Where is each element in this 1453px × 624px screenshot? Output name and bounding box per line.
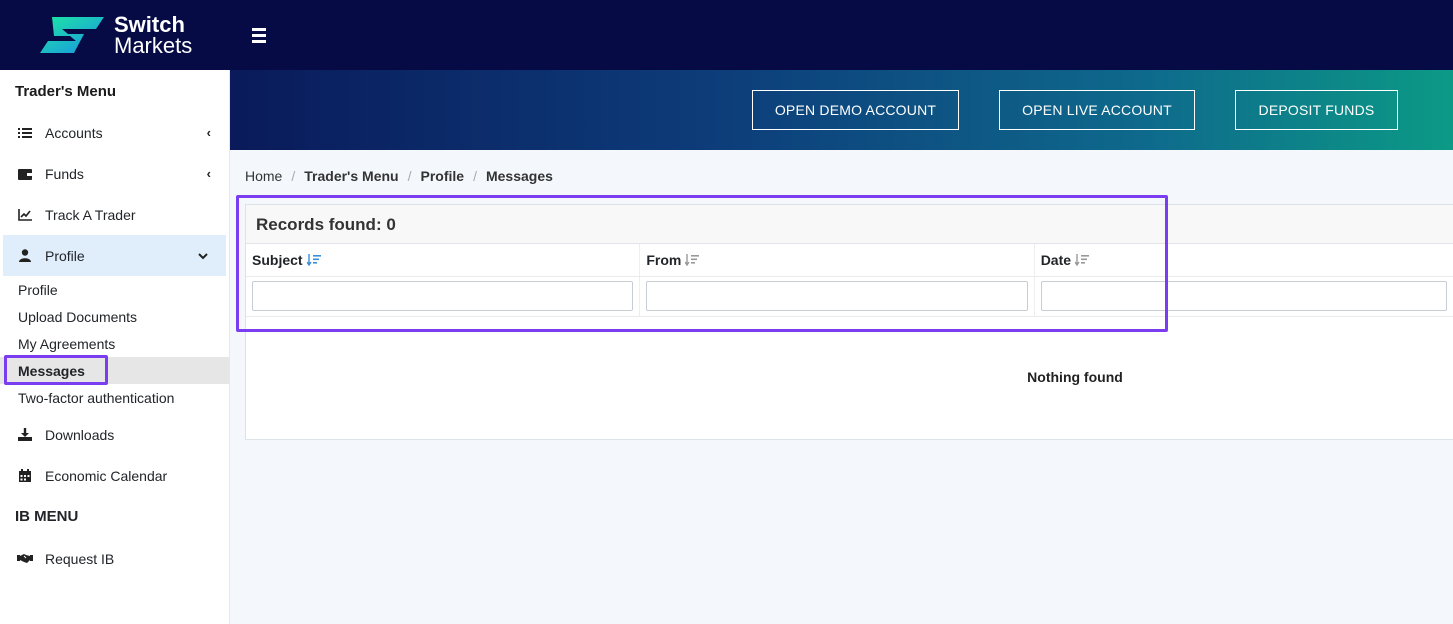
column-header-label: From: [646, 252, 682, 268]
breadcrumb-separator: /: [407, 168, 412, 184]
wallet-icon: [17, 167, 33, 181]
sidebar-item-request-ib[interactable]: Request IB: [0, 538, 229, 579]
sidebar-item-track-a-trader[interactable]: Track A Trader: [0, 194, 229, 235]
filter-cell: [1035, 277, 1453, 316]
brand-logo[interactable]: Switch Markets: [0, 0, 230, 70]
brand-name-line1: Switch: [114, 12, 185, 37]
breadcrumb-traders-menu[interactable]: Trader's Menu: [304, 168, 398, 184]
column-header-label: Date: [1040, 252, 1072, 268]
open-live-account-button[interactable]: OPEN LIVE ACCOUNT: [999, 90, 1195, 130]
sidebar-item-funds[interactable]: Funds ‹: [0, 153, 229, 194]
sidebar-item-accounts[interactable]: Accounts ‹: [0, 112, 229, 153]
sidebar-item-label: Economic Calendar: [45, 467, 168, 484]
breadcrumb: Home / Trader's Menu / Profile / Message…: [245, 168, 553, 184]
sidebar-item-label: Funds: [45, 165, 84, 182]
user-icon: [17, 249, 33, 263]
sidebar-item-downloads[interactable]: Downloads: [0, 414, 229, 455]
sidebar-item-label: Profile: [45, 247, 85, 264]
download-icon: [17, 428, 33, 442]
breadcrumb-profile[interactable]: Profile: [421, 168, 465, 184]
breadcrumb-home[interactable]: Home: [245, 168, 282, 184]
hamburger-menu-icon[interactable]: [252, 25, 272, 45]
column-header-from[interactable]: From: [640, 244, 1035, 276]
calendar-icon: [17, 469, 33, 483]
open-demo-account-button[interactable]: OPEN DEMO ACCOUNT: [752, 90, 959, 130]
sidebar-subitem-two-factor-authentication[interactable]: Two-factor authentication: [0, 384, 229, 411]
breadcrumb-separator: /: [473, 168, 477, 184]
sidebar-heading-ib-menu: IB MENU: [15, 508, 79, 525]
column-header-subject[interactable]: Subject: [246, 244, 641, 276]
filter-cell: [640, 277, 1035, 316]
date-filter-input[interactable]: [1040, 281, 1447, 311]
sidebar-subitem-messages[interactable]: Messages: [0, 355, 229, 385]
sidebar-subitem-profile[interactable]: Profile: [0, 276, 229, 303]
from-filter-input[interactable]: [646, 281, 1028, 311]
sort-icon[interactable]: [306, 254, 321, 266]
subject-filter-input[interactable]: [252, 281, 634, 311]
chevron-left-icon: ‹: [206, 125, 211, 140]
breadcrumb-messages: Messages: [485, 168, 553, 184]
sidebar-item-economic-calendar[interactable]: Economic Calendar: [0, 455, 229, 496]
header-banner: OPEN DEMO ACCOUNT OPEN LIVE ACCOUNT DEPO…: [230, 70, 1453, 150]
deposit-funds-button[interactable]: DEPOSIT FUNDS: [1235, 90, 1398, 130]
sidebar-item-profile[interactable]: Profile: [3, 235, 226, 276]
chevron-down-icon: [198, 248, 208, 263]
sort-icon[interactable]: [1075, 254, 1090, 266]
sidebar-subitem-upload-documents[interactable]: Upload Documents: [0, 303, 229, 330]
sidebar-subitem-my-agreements[interactable]: My Agreements: [0, 330, 229, 357]
breadcrumb-separator: /: [291, 168, 296, 184]
chevron-left-icon: ‹: [206, 166, 211, 181]
empty-state-text: Nothing found: [1027, 369, 1123, 385]
sidebar-heading-traders-menu: Trader's Menu: [15, 83, 117, 100]
column-header-date[interactable]: Date: [1035, 244, 1453, 276]
brand-name-line2: Markets: [114, 33, 193, 58]
handshake-icon: [17, 552, 33, 566]
sidebar-item-label: Track A Trader: [45, 206, 136, 223]
top-navbar: Switch Markets: [0, 0, 1453, 70]
switch-logo-icon: [40, 17, 104, 53]
filter-row: [246, 277, 1453, 317]
sidebar: Trader's Menu Accounts ‹ Funds ‹ Track A…: [0, 70, 230, 624]
messages-card: Records found: 0 Subject From Date Nothi…: [245, 204, 1453, 440]
highlight-box: [4, 355, 108, 385]
sidebar-item-label: Downloads: [45, 426, 115, 443]
filter-cell: [246, 277, 641, 316]
records-found-label: Records found: 0: [246, 205, 1453, 244]
sidebar-item-label: Request IB: [45, 550, 115, 567]
column-header-label: Subject: [252, 252, 303, 268]
table-header: Subject From Date: [246, 244, 1453, 277]
chart-line-icon: [17, 208, 33, 222]
sort-icon[interactable]: [685, 254, 700, 266]
list-icon: [17, 126, 33, 140]
sidebar-item-label: Accounts: [45, 124, 103, 141]
